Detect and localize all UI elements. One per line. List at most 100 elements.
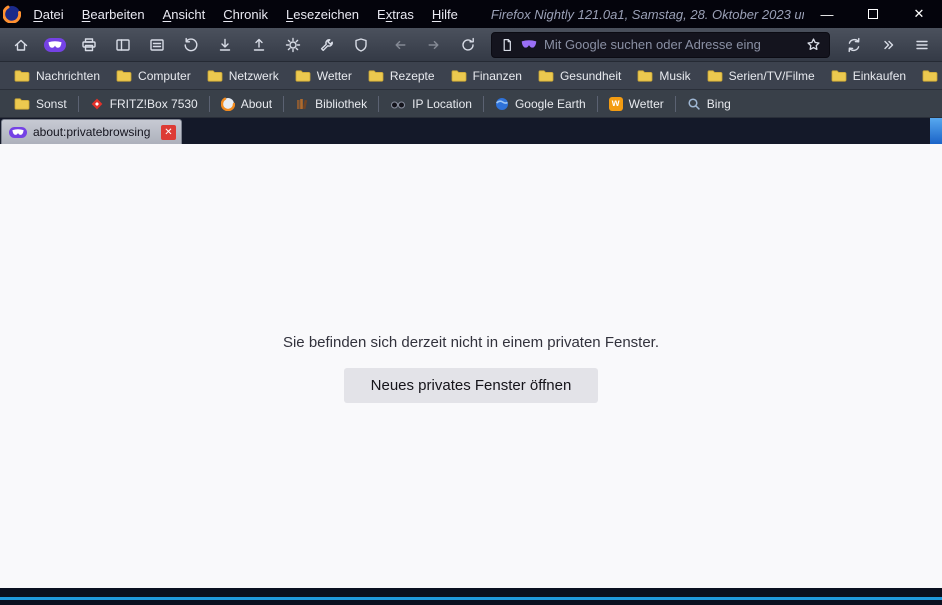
sync-button[interactable] xyxy=(838,31,869,59)
bookmark-bing[interactable]: Bing xyxy=(679,92,739,116)
bookmarks-separator xyxy=(283,96,284,112)
bookmark-folder-wetter[interactable]: Wetter xyxy=(287,64,360,88)
bookmark-folder-rezepte[interactable]: Rezepte xyxy=(360,64,443,88)
menu-datei[interactable]: Datei xyxy=(24,0,72,28)
fritzbox-icon xyxy=(90,97,104,111)
bookmarks-separator xyxy=(209,96,210,112)
window-title: Firefox Nightly 121.0a1, Samstag, 28. Ok… xyxy=(491,7,804,22)
folder-icon xyxy=(207,69,223,83)
bookmarks-separator xyxy=(597,96,598,112)
bookmark-folder-sonst[interactable]: Sonst xyxy=(6,92,75,116)
menu-bearbeiten[interactable]: Bearbeiten xyxy=(73,0,154,28)
history-button[interactable] xyxy=(175,31,206,59)
menu-chronik[interactable]: Chronik xyxy=(214,0,277,28)
reader-list-icon xyxy=(149,37,165,53)
menu-label: Extras xyxy=(377,7,414,22)
tools-button[interactable] xyxy=(311,31,342,59)
minimize-button[interactable]: — xyxy=(804,0,850,28)
folder-icon xyxy=(451,69,467,83)
menu-label: Datei xyxy=(33,7,63,22)
private-browsing-mask-icon xyxy=(44,38,66,52)
bookmark-wetter[interactable]: wWetter xyxy=(601,92,672,116)
forward-icon xyxy=(426,37,442,53)
history-icon xyxy=(183,37,199,53)
tab-close-button[interactable]: ✕ xyxy=(161,125,176,140)
page-content: Sie befinden sich derzeit nicht in einem… xyxy=(0,144,942,588)
urlbar[interactable] xyxy=(491,32,830,58)
maximize-button[interactable] xyxy=(850,0,896,28)
search-magnifier-icon xyxy=(687,97,701,111)
menu-label: Hilfe xyxy=(432,7,458,22)
bookmark-folder-computer[interactable]: Computer xyxy=(108,64,199,88)
menu-lesezeichen[interactable]: Lesezeichen xyxy=(277,0,368,28)
navigation-arrows xyxy=(384,31,483,59)
bookmark-folder-serien-tv-filme[interactable]: Serien/TV/Filme xyxy=(699,64,823,88)
urlbar-input[interactable] xyxy=(544,37,799,52)
menu-hilfe[interactable]: Hilfe xyxy=(423,0,467,28)
folder-icon xyxy=(637,69,653,83)
home-button[interactable] xyxy=(5,31,36,59)
bookmark-folder-netzwerk[interactable]: Netzwerk xyxy=(199,64,287,88)
reader-list-button[interactable] xyxy=(141,31,172,59)
reload-button[interactable] xyxy=(452,31,483,59)
bookmark-ip-location[interactable]: IP Location xyxy=(382,92,480,116)
titlebar: Datei Bearbeiten Ansicht Chronik Lesezei… xyxy=(0,0,942,28)
folder-icon xyxy=(14,97,30,111)
new-private-window-button[interactable]: Neues privates Fenster öffnen xyxy=(344,368,599,403)
tab-about-privatebrowsing[interactable]: about:privatebrowsing ✕ xyxy=(1,119,182,144)
tab-title: about:privatebrowsing xyxy=(33,125,150,139)
back-button[interactable] xyxy=(384,31,415,59)
bookmark-folder-nachrichten[interactable]: Nachrichten xyxy=(6,64,108,88)
bookmark-folder-musik[interactable]: Musik xyxy=(629,64,698,88)
globe-icon xyxy=(495,97,509,111)
sidebar-button[interactable] xyxy=(107,31,138,59)
bookmark-folder-gesundheit[interactable]: Gesundheit xyxy=(530,64,629,88)
sync-icon xyxy=(846,37,862,53)
close-button[interactable]: ✕ xyxy=(896,0,942,28)
window-edge-highlight xyxy=(930,118,942,144)
overflow-chevron-icon xyxy=(880,37,896,53)
menu-extras[interactable]: Extras xyxy=(368,0,423,28)
sidebar-icon xyxy=(115,37,131,53)
home-icon xyxy=(13,37,29,53)
downloads-button[interactable] xyxy=(209,31,240,59)
folder-icon xyxy=(14,69,30,83)
bookmarks-separator xyxy=(483,96,484,112)
upload-icon xyxy=(251,37,267,53)
bottom-bar xyxy=(0,588,942,605)
bookmark-star-icon[interactable] xyxy=(806,37,821,52)
reload-icon xyxy=(460,37,476,53)
bookmark-google-earth[interactable]: Google Earth xyxy=(487,92,594,116)
app-menu-button[interactable] xyxy=(906,31,937,59)
folder-icon xyxy=(116,69,132,83)
tab-bar: about:privatebrowsing ✕ xyxy=(0,118,942,144)
bookmark-about[interactable]: About xyxy=(213,92,280,116)
folder-icon xyxy=(707,69,723,83)
wrench-icon xyxy=(319,37,335,53)
protection-button[interactable] xyxy=(345,31,376,59)
bookmark-folder-usenet[interactable]: Usenet xyxy=(914,64,942,88)
firefox-logo-icon[interactable] xyxy=(3,3,21,25)
folder-icon xyxy=(831,69,847,83)
bookmark-bibliothek[interactable]: Bibliothek xyxy=(287,92,375,116)
bookmark-folder-finanzen[interactable]: Finanzen xyxy=(443,64,530,88)
folder-icon xyxy=(368,69,384,83)
forward-button[interactable] xyxy=(418,31,449,59)
overflow-button[interactable] xyxy=(872,31,903,59)
menu-ansicht[interactable]: Ansicht xyxy=(154,0,215,28)
bookmarks-separator xyxy=(675,96,676,112)
settings-button[interactable] xyxy=(277,31,308,59)
bookmarks-separator xyxy=(78,96,79,112)
bookmarks-toolbar-row1: Nachrichten Computer Netzwerk Wetter Rez… xyxy=(0,62,942,90)
back-icon xyxy=(392,37,408,53)
bookmark-folder-einkaufen[interactable]: Einkaufen xyxy=(823,64,914,88)
maximize-icon xyxy=(868,9,878,19)
bookmarks-toolbar-row2: Sonst FRITZ!Box 7530 About Bibliothek IP… xyxy=(0,90,942,118)
not-private-message: Sie befinden sich derzeit nicht in einem… xyxy=(283,334,659,351)
folder-icon xyxy=(922,69,938,83)
bookmark-fritzbox[interactable]: FRITZ!Box 7530 xyxy=(82,92,206,116)
upload-button[interactable] xyxy=(243,31,274,59)
menubar: Datei Bearbeiten Ansicht Chronik Lesezei… xyxy=(24,0,467,28)
print-button[interactable] xyxy=(73,31,104,59)
private-browsing-button[interactable] xyxy=(39,31,70,59)
